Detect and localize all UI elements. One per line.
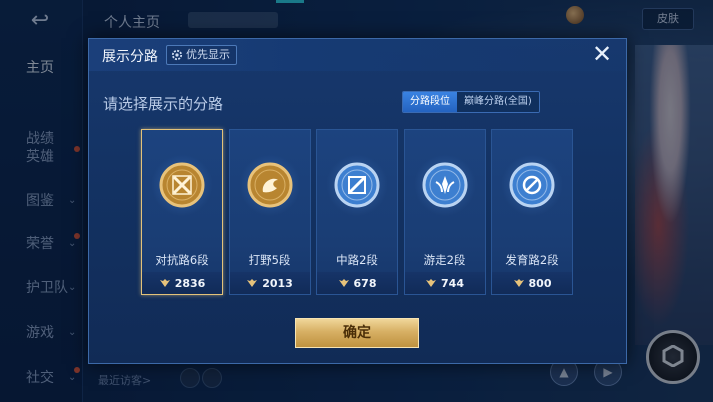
lane-card[interactable]: 对抗路6段 2836: [141, 129, 223, 295]
silver-farm-badge: [509, 162, 555, 208]
gear-icon: [171, 49, 183, 61]
lane-display-dialog: 展示分路 优先显示 ✕ 请选择展示的分路 分路段位 巅峰分路(全国) 对抗路6段…: [88, 38, 627, 364]
lane-score-value: 678: [353, 276, 377, 290]
lane-score: 800: [492, 272, 572, 294]
lane-rank-label: 发育路2段: [505, 253, 559, 267]
rank-badge-icon: [422, 162, 468, 208]
lane-score: 2013: [229, 272, 310, 294]
rank-badge-icon: [247, 162, 293, 208]
priority-label: 优先显示: [186, 48, 230, 61]
wing-score-icon: [338, 279, 349, 287]
lane-card[interactable]: 中路2段 678: [316, 129, 398, 295]
wing-score-icon: [513, 279, 524, 287]
gold-jungle-badge: [247, 162, 292, 208]
dialog-title: 展示分路: [102, 49, 158, 65]
lane-card[interactable]: 游走2段 744: [403, 129, 486, 295]
select-prompt: 请选择展示的分路: [103, 95, 224, 113]
rank-badge-icon: [334, 162, 380, 208]
lane-tab-group: 分路段位 巅峰分路(全国): [402, 91, 540, 113]
silver-roam-badge: [422, 162, 467, 208]
lane-score-value: 2013: [262, 276, 293, 290]
lane-score: 744: [404, 272, 485, 294]
lane-score: 2836: [142, 272, 222, 294]
lane-rank-label: 游走2段: [423, 253, 466, 267]
wing-score-icon: [426, 279, 437, 287]
lane-score-value: 800: [528, 276, 552, 290]
lane-rank-label: 对抗路6段: [155, 253, 209, 267]
rank-badge-icon: [159, 162, 205, 208]
gold-crossed-swords-badge: [159, 162, 205, 208]
priority-display-button[interactable]: 优先显示: [166, 45, 237, 65]
lane-rank-label: 中路2段: [336, 253, 378, 267]
wing-score-icon: [159, 279, 170, 287]
lane-card[interactable]: 打野5段 2013: [228, 129, 311, 295]
lane-rank-label: 打野5段: [248, 253, 291, 267]
silver-mid-badge: [334, 162, 380, 208]
close-icon[interactable]: ✕: [589, 41, 615, 67]
confirm-button[interactable]: 确定: [295, 318, 419, 348]
lane-card[interactable]: 发育路2段 800: [491, 129, 573, 295]
lane-score: 678: [317, 272, 397, 294]
tab-peak-lane[interactable]: 巅峰分路(全国): [457, 92, 539, 112]
lane-score-value: 744: [441, 276, 464, 290]
wing-score-icon: [247, 279, 258, 287]
tab-lane-rank[interactable]: 分路段位: [403, 92, 457, 112]
lane-score-value: 2836: [174, 276, 206, 290]
rank-badge-icon: [509, 162, 555, 208]
